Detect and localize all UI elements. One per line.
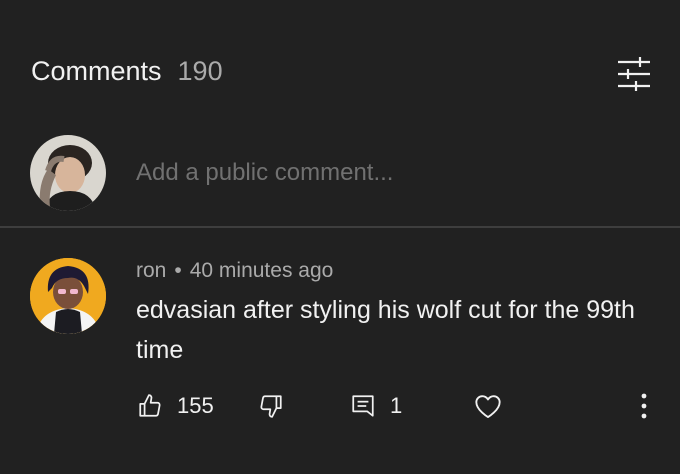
comments-count: 190 <box>177 56 223 86</box>
comment-text: edvasian after styling his wolf cut for … <box>136 296 635 364</box>
comments-header: Comments 190 <box>31 56 223 92</box>
divider <box>0 226 680 228</box>
heart-icon <box>474 393 502 419</box>
more-vert-icon <box>636 392 652 420</box>
sort-filter-icon[interactable] <box>614 56 654 92</box>
current-user-avatar[interactable] <box>30 135 106 211</box>
comment-composer <box>30 135 650 211</box>
reply-count: 1 <box>390 393 403 418</box>
dislike-button[interactable] <box>258 390 284 422</box>
like-button[interactable]: 155 <box>137 390 214 422</box>
comment-author-avatar[interactable] <box>30 258 106 334</box>
reply-comment-icon <box>350 393 376 419</box>
add-comment-input[interactable] <box>136 157 616 189</box>
meta-separator: • <box>174 259 182 282</box>
thumbs-down-icon <box>258 393 284 419</box>
comment-meta: ron • 40 minutes ago <box>136 259 333 283</box>
thumbs-up-icon <box>137 393 163 419</box>
comments-title: Comments <box>31 56 162 86</box>
comment-author[interactable]: ron <box>136 259 166 282</box>
heart-button[interactable] <box>474 390 502 422</box>
reply-button[interactable]: 1 <box>350 390 402 422</box>
like-count: 155 <box>177 393 214 418</box>
comment-actions: 155 1 <box>0 384 680 428</box>
comment-time[interactable]: 40 minutes ago <box>190 259 334 282</box>
more-options-button[interactable] <box>636 390 652 422</box>
